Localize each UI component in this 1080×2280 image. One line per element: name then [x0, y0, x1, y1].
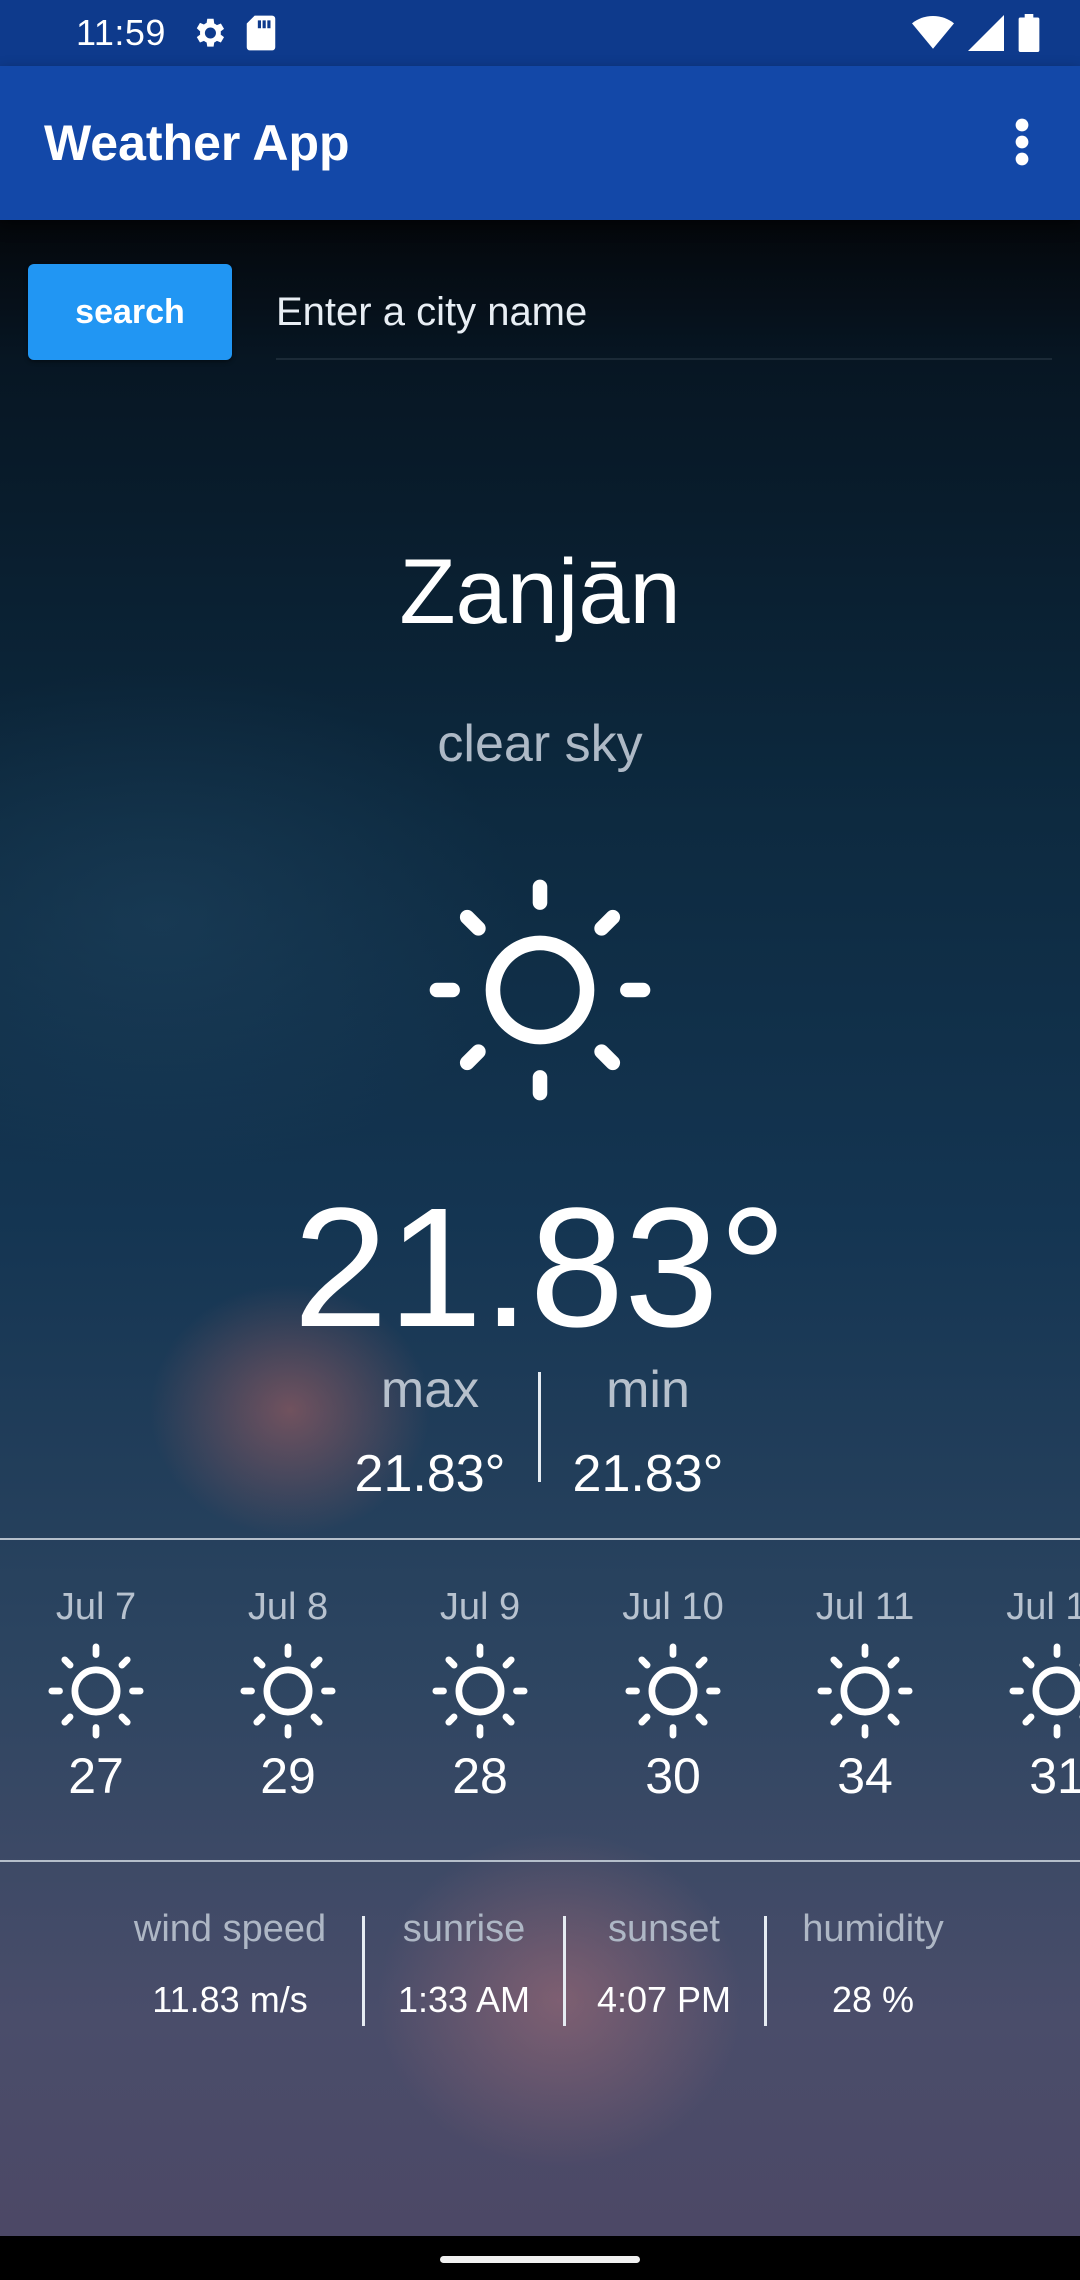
city-name: Zanjān [399, 541, 681, 643]
forecast-temp: 29 [260, 1748, 316, 1804]
daily-forecast-list[interactable]: Jul 7 27 Jul 8 29 Jul 9 28 Jul 10 30 Jul… [0, 1540, 1080, 1860]
forecast-day: Jul 7 27 [21, 1540, 171, 1805]
search-button[interactable]: search [28, 264, 232, 360]
forecast-day: Jul 9 28 [405, 1540, 555, 1805]
min-label: min [606, 1361, 690, 1419]
forecast-date: Jul 12 [1006, 1586, 1080, 1628]
max-min-divider [538, 1372, 541, 1482]
sd-card-icon [246, 15, 276, 51]
home-gesture-handle[interactable] [440, 2256, 640, 2263]
navigation-bar [0, 2236, 1080, 2280]
stat-sunrise: sunrise 1:33 AM [376, 1890, 552, 2021]
status-left-icons [190, 14, 278, 52]
status-right-icons [912, 14, 1040, 52]
forecast-temp: 31 [1029, 1748, 1080, 1804]
max-label: max [380, 1361, 480, 1419]
weather-stats: wind speed 11.83 m/s sunrise 1:33 AM sun… [0, 1890, 1080, 2030]
stat-value: 11.83 m/s [152, 1979, 308, 2020]
sun-icon [1009, 1643, 1080, 1739]
city-search-input[interactable] [276, 266, 1052, 360]
settings-icon [196, 18, 225, 47]
weather-description: clear sky [437, 715, 643, 773]
battery-icon [1018, 14, 1040, 52]
max-min-panel: max 21.83° min 21.83° [330, 1360, 750, 1540]
current-temperature: 21.83° [293, 1173, 787, 1363]
forecast-date: Jul 10 [622, 1586, 724, 1628]
sun-icon [48, 1643, 144, 1739]
forecast-date: Jul 11 [815, 1586, 915, 1628]
status-bar: 11:59 [0, 0, 1080, 66]
stat-divider [362, 1916, 365, 2026]
stat-value: 28 % [831, 1979, 915, 2020]
sun-icon [432, 1643, 528, 1739]
min-temp-group: min 21.83° [548, 1360, 748, 1504]
stat-divider [563, 1916, 566, 2026]
sun-icon [240, 1643, 336, 1739]
overflow-menu-button[interactable] [986, 106, 1058, 178]
app-bar: Weather App [0, 66, 1080, 220]
more-vert-icon [1015, 118, 1029, 166]
forecast-temp: 30 [645, 1748, 701, 1804]
stat-label: wind speed [133, 1908, 327, 1950]
forecast-temp: 28 [452, 1748, 508, 1804]
min-value: 21.83° [572, 1445, 724, 1503]
forecast-temp: 34 [837, 1748, 893, 1804]
stat-label: sunset [608, 1908, 720, 1950]
status-time: 11:59 [76, 12, 166, 53]
wifi-icon [912, 16, 954, 49]
stat-humidity: humidity 28 % [778, 1890, 968, 2021]
forecast-day: Jul 10 30 [598, 1540, 748, 1805]
stat-label: humidity [802, 1908, 944, 1950]
stat-sunset: sunset 4:07 PM [576, 1890, 752, 2021]
forecast-day: Jul 11 34 [790, 1540, 940, 1805]
app-title: Weather App [44, 115, 350, 171]
sun-icon [429, 879, 651, 1101]
stat-divider [764, 1916, 767, 2026]
stat-label: sunrise [402, 1908, 526, 1950]
stat-value: 1:33 AM [397, 1979, 531, 2020]
stat-wind-speed: wind speed 11.83 m/s [120, 1890, 340, 2021]
forecast-date: Jul 7 [55, 1586, 137, 1628]
forecast-day: Jul 8 29 [213, 1540, 363, 1805]
forecast-temp: 27 [68, 1748, 124, 1804]
signal-icon [968, 15, 1004, 51]
stat-value: 4:07 PM [596, 1979, 732, 2020]
forecast-divider-bottom [0, 1860, 1080, 1862]
max-value: 21.83° [354, 1445, 506, 1503]
sun-icon [817, 1643, 913, 1739]
weather-content: search Zanjān clear sky 21.83° max 21.83… [0, 220, 1080, 2236]
forecast-date: Jul 8 [247, 1586, 329, 1628]
max-temp-group: max 21.83° [330, 1360, 530, 1504]
sun-icon [625, 1643, 721, 1739]
forecast-day: Jul 12 31 [982, 1540, 1080, 1805]
forecast-date: Jul 9 [439, 1586, 521, 1628]
